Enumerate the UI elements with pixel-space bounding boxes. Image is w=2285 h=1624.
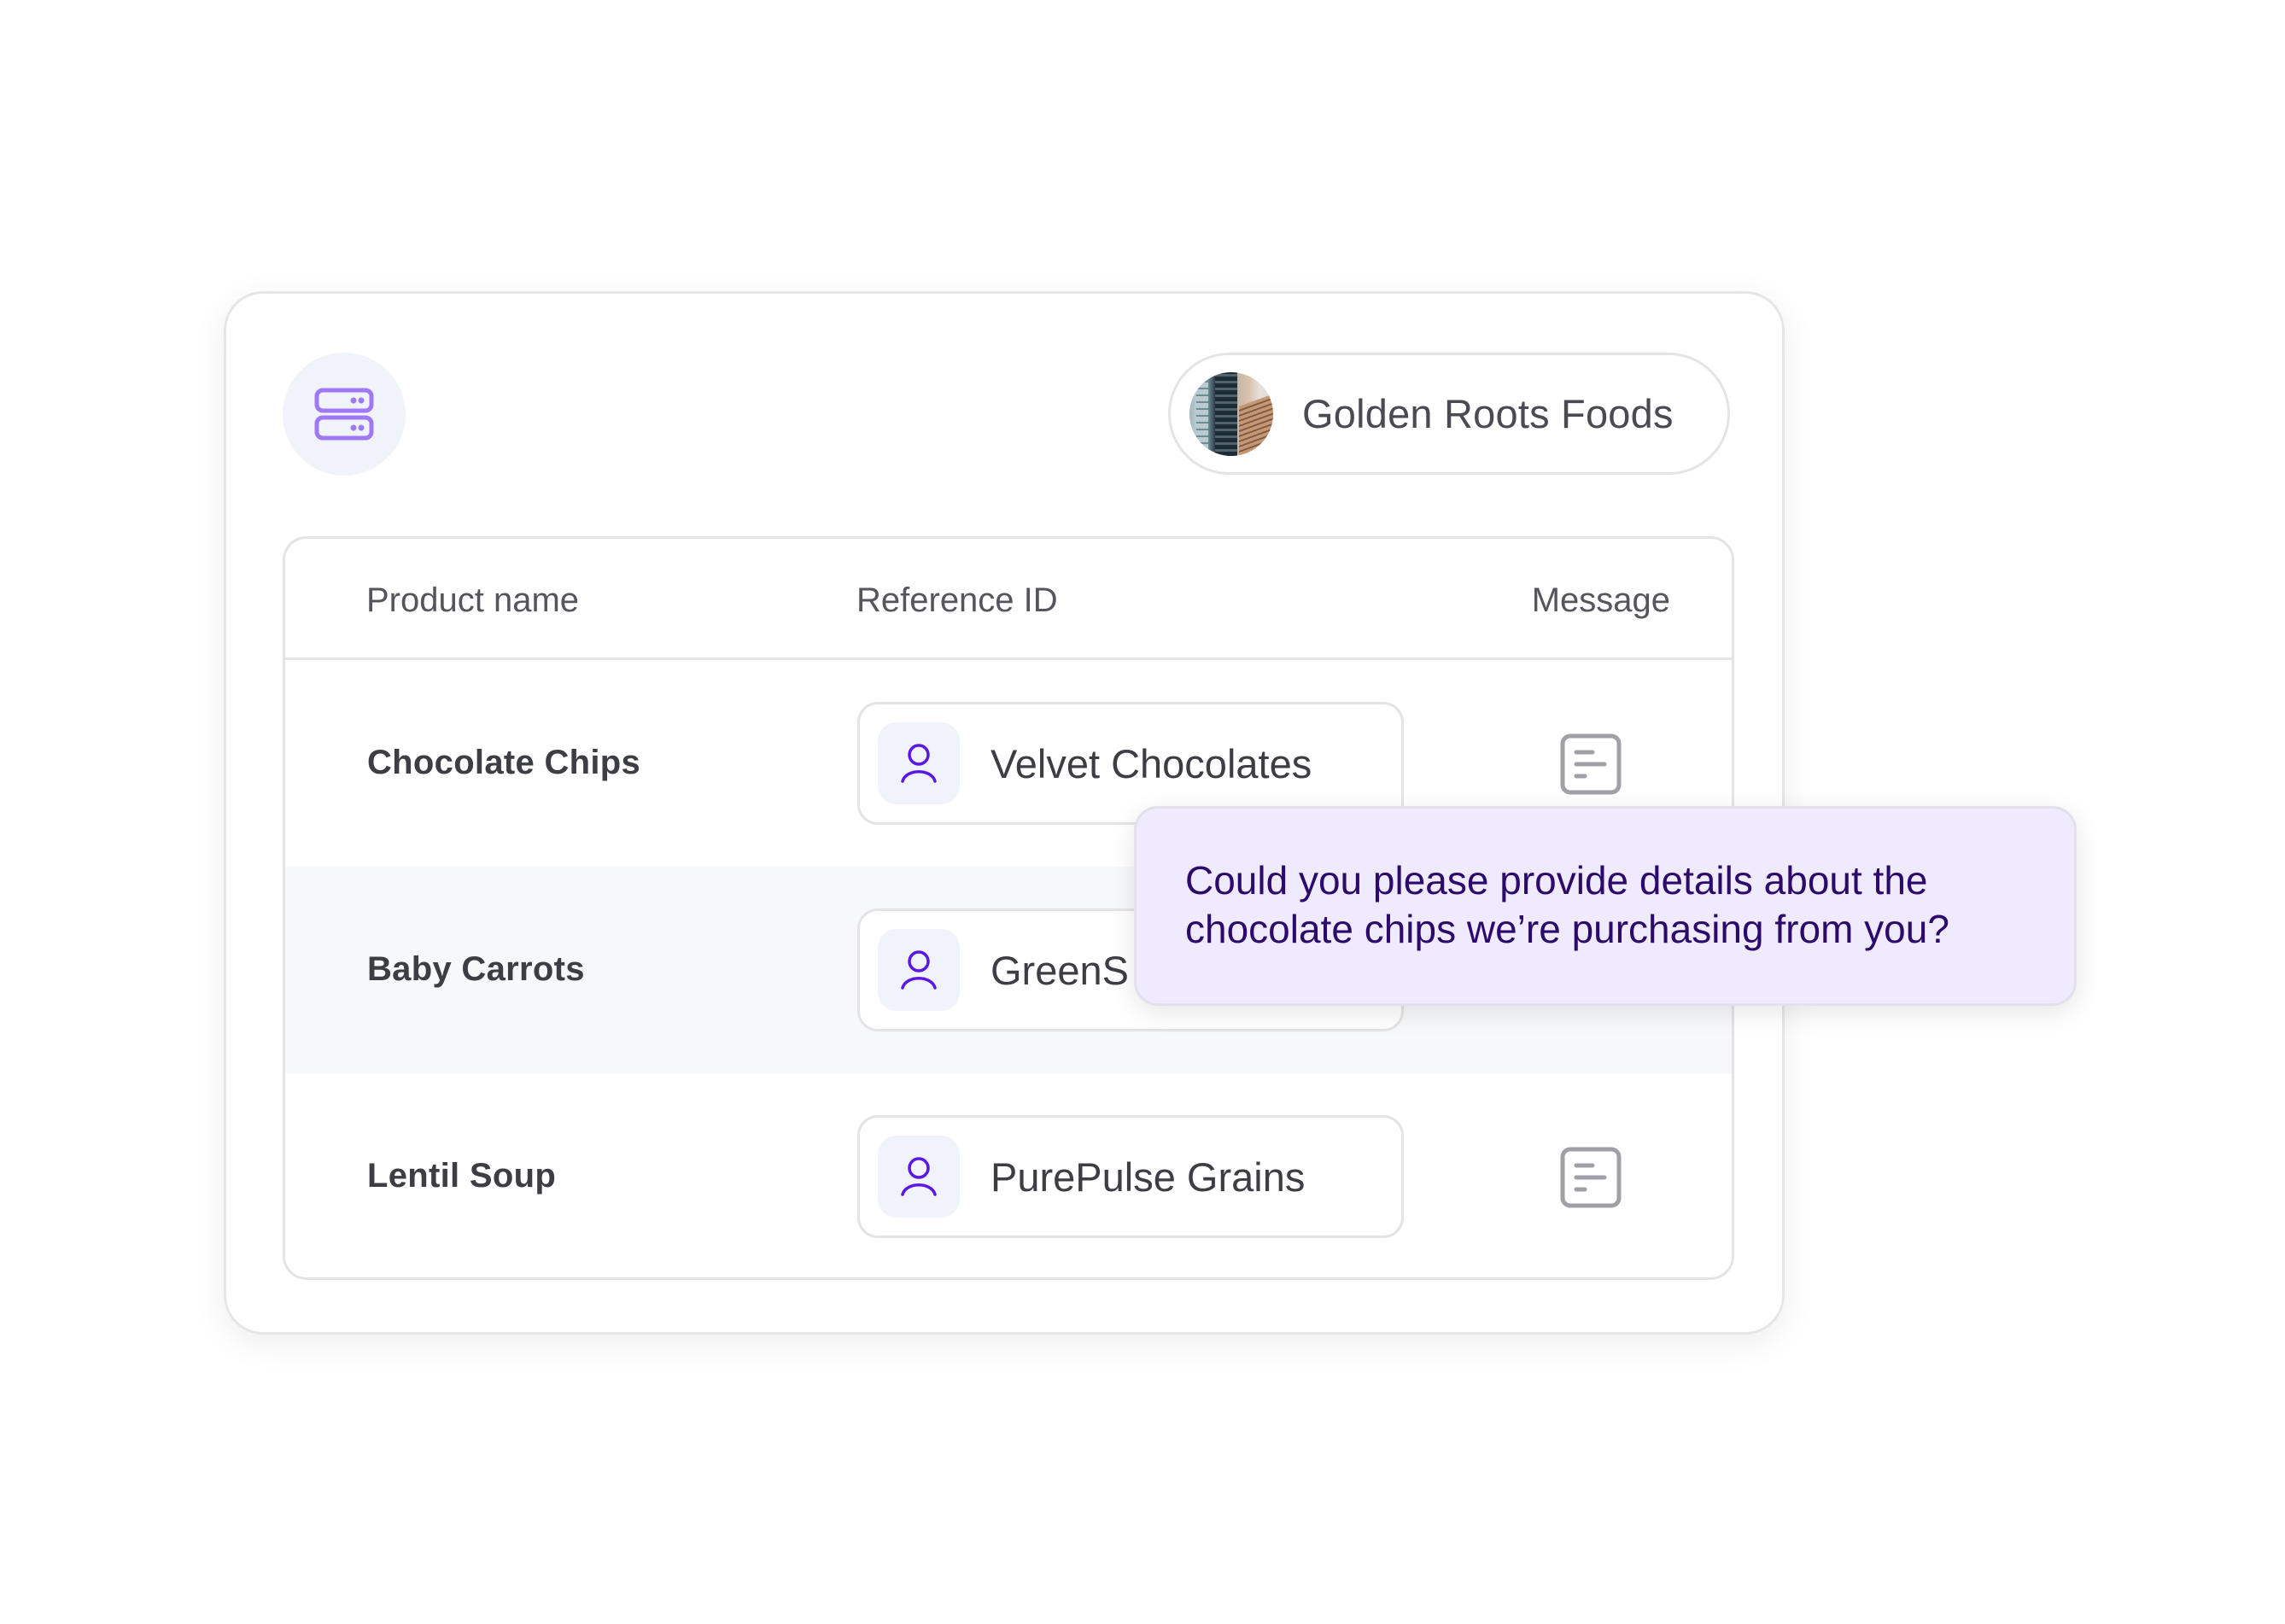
message-doc-icon	[1560, 1147, 1622, 1208]
column-header-product: Product name	[366, 581, 580, 619]
product-name: Chocolate Chips	[367, 744, 641, 781]
reference-chip[interactable]: PurePulse Grains	[857, 1115, 1404, 1238]
user-icon-tile	[878, 1136, 960, 1218]
company-selector[interactable]: Golden Roots Foods	[1168, 353, 1730, 475]
user-icon	[901, 1157, 937, 1196]
message-button[interactable]	[1559, 1146, 1622, 1209]
tooltip-text: Could you please provide details about t…	[1185, 858, 1949, 951]
reference-name: PurePulse Grains	[991, 1154, 1306, 1200]
table-row: Lentil Soup PurePulse Grains	[285, 1073, 1732, 1277]
message-doc-icon	[1560, 733, 1622, 795]
column-header-reference: Reference ID	[856, 581, 1058, 619]
table-header: Product name Reference ID Message	[285, 539, 1732, 660]
server-stack-icon	[314, 388, 374, 441]
user-icon-tile	[878, 929, 960, 1011]
app-icon-button[interactable]	[283, 353, 406, 476]
user-icon	[901, 744, 937, 783]
reference-name: GreenS	[991, 947, 1129, 993]
message-tooltip: Could you please provide details about t…	[1134, 806, 2077, 1006]
user-icon-tile	[878, 722, 960, 804]
column-header-message: Message	[1531, 581, 1670, 619]
company-avatar	[1189, 371, 1273, 456]
product-name: Lentil Soup	[367, 1157, 557, 1195]
product-name: Baby Carrots	[367, 950, 585, 988]
company-name: Golden Roots Foods	[1302, 391, 1674, 436]
message-button[interactable]	[1559, 733, 1622, 796]
user-icon	[901, 950, 937, 990]
reference-name: Velvet Chocolates	[991, 740, 1312, 786]
